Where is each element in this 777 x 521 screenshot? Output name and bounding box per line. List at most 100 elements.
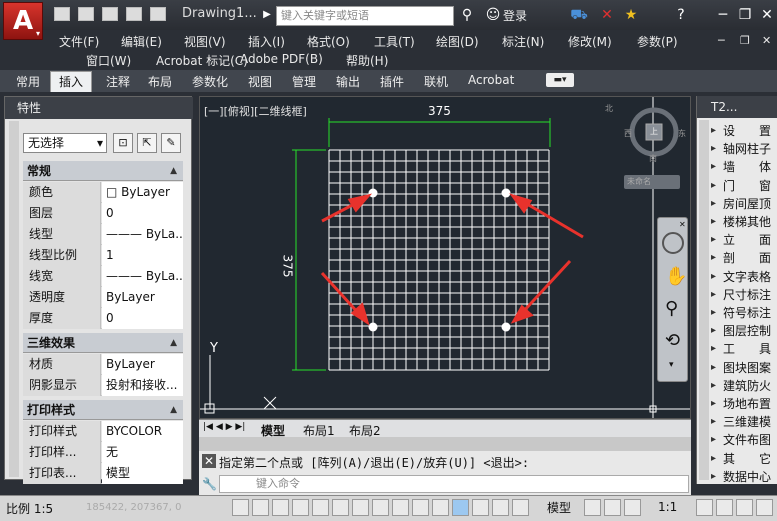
tool-palette-item[interactable]: 三维建模 — [711, 413, 777, 431]
quick-view-drawings-icon[interactable] — [604, 499, 621, 516]
menu-file[interactable]: 文件(F) — [59, 33, 99, 50]
chevron-down-icon[interactable]: ▾ — [669, 360, 674, 370]
tool-palette-item[interactable]: 图块图案 — [711, 359, 777, 377]
workspace-icon[interactable] — [512, 499, 529, 516]
tool-palette-item[interactable]: 轴网柱子 — [711, 140, 777, 158]
annotation-monitor-icon[interactable] — [492, 499, 509, 516]
menu-dimension[interactable]: 标注(N) — [502, 33, 544, 50]
menu-adobe-pdf[interactable]: Adobe PDF(B) — [240, 52, 323, 66]
minimize-icon[interactable]: ─ — [718, 34, 725, 47]
star-icon[interactable]: ★ — [622, 6, 640, 24]
tool-palette-item[interactable]: 图层控制 — [711, 322, 777, 340]
menu-view[interactable]: 视图(V) — [184, 33, 226, 50]
tool-palette-item[interactable]: 立 面 — [711, 231, 777, 249]
tab-parametric[interactable]: 参数化 — [192, 73, 228, 90]
cart-icon[interactable]: ⛟ — [570, 6, 588, 24]
lineweight-icon[interactable] — [412, 499, 429, 516]
tab-view[interactable]: 视图 — [248, 73, 272, 90]
orbit-icon[interactable]: ⟲ — [665, 330, 680, 351]
section-plot-style[interactable]: 打印样式 — [23, 400, 183, 420]
binoculars-icon[interactable]: ⚲ — [458, 6, 476, 24]
tool-palette-item[interactable]: 场地布置 — [711, 395, 777, 413]
model-space-button[interactable]: 模型 — [547, 499, 571, 516]
tab-online[interactable]: 联机 — [424, 73, 448, 90]
viewcube-north[interactable]: 北 — [605, 103, 613, 114]
menu-parametric[interactable]: 参数(P) — [637, 33, 678, 50]
tool-palette-item[interactable]: 文字表格 — [711, 268, 777, 286]
pan-hand-icon[interactable]: ✋ — [665, 266, 687, 287]
ducs-icon[interactable] — [372, 499, 389, 516]
section-general[interactable]: 常规 — [23, 161, 183, 181]
open-file-icon[interactable] — [78, 7, 94, 21]
wrench-icon[interactable]: 🔧 — [202, 477, 217, 491]
tool-palette-item[interactable]: 建筑防火 — [711, 377, 777, 395]
transparency-icon[interactable] — [432, 499, 449, 516]
quick-properties-icon[interactable] — [452, 499, 469, 516]
tab-layout[interactable]: 布局 — [148, 73, 172, 90]
tool-palette-item[interactable]: 数据中心 — [711, 468, 777, 486]
tool-palette-item[interactable]: 门 窗 — [711, 177, 777, 195]
tool-palette-item[interactable]: 工 具 — [711, 340, 777, 358]
new-file-icon[interactable] — [54, 7, 70, 21]
tab-acrobat[interactable]: Acrobat — [468, 73, 514, 87]
command-grip[interactable] — [199, 437, 691, 451]
clean-screen-icon[interactable] — [716, 499, 733, 516]
snap-icon[interactable] — [232, 499, 249, 516]
ucs-dropdown[interactable]: 未命名 — [624, 175, 680, 189]
command-input[interactable]: 键入命令 — [219, 475, 689, 493]
tool-palette-item[interactable]: 墙 体 — [711, 158, 777, 176]
login-link[interactable]: 登录 — [503, 7, 527, 24]
menu-format[interactable]: 格式(O) — [307, 33, 350, 50]
palette-scrollbar[interactable] — [699, 120, 709, 480]
otrack-icon[interactable] — [352, 499, 369, 516]
tool-palette-item[interactable]: 设 置 — [711, 122, 777, 140]
zoom-icon[interactable]: ⚲ — [665, 298, 678, 319]
viewcube-east[interactable]: 东 — [678, 128, 686, 139]
osnap-icon[interactable] — [312, 499, 329, 516]
first-tab-icon[interactable]: |◀ ◀ ▶ ▶| — [203, 422, 245, 432]
search-input[interactable]: 键入关键字或短语 — [276, 6, 454, 26]
grid-icon[interactable] — [252, 499, 269, 516]
menu-insert[interactable]: 插入(I) — [248, 33, 285, 50]
menu-acrobat-markup[interactable]: Acrobat 标记(C) — [156, 52, 248, 69]
tool-palette-item[interactable]: 文件布图 — [711, 431, 777, 449]
tool-palette-item[interactable]: 尺寸标注 — [711, 286, 777, 304]
minimize-icon[interactable]: ─ — [714, 6, 732, 24]
close-icon[interactable]: ✕ — [762, 34, 771, 47]
save-icon[interactable] — [102, 7, 118, 21]
tool-palette-item[interactable]: 房间屋顶 — [711, 195, 777, 213]
tab-output[interactable]: 输出 — [336, 73, 360, 90]
dyn-icon[interactable] — [392, 499, 409, 516]
ribbon-toggle-button[interactable]: ▬▾ — [546, 73, 574, 87]
redo-icon[interactable] — [150, 7, 166, 21]
palette-scrollbar[interactable] — [9, 121, 19, 477]
app-logo[interactable]: A ▾ — [3, 2, 43, 40]
lightbulb-icon[interactable] — [696, 499, 713, 516]
section-3d-effects[interactable]: 三维效果 — [23, 333, 183, 353]
quick-select-icon[interactable]: ✎ — [161, 133, 181, 153]
close-icon[interactable]: ✕ — [202, 454, 216, 468]
tool-palette-item[interactable]: 其 它 — [711, 450, 777, 468]
selection-dropdown[interactable]: 无选择 — [23, 133, 107, 153]
pan-icon[interactable] — [624, 499, 641, 516]
tab-manage[interactable]: 管理 — [292, 73, 316, 90]
tab-plugins[interactable]: 插件 — [380, 73, 404, 90]
toggle-pickadd-icon[interactable]: ⊡ — [113, 133, 133, 153]
close-icon[interactable]: ✕ — [758, 6, 776, 24]
tab-annotate[interactable]: 注释 — [106, 73, 130, 90]
menu-edit[interactable]: 编辑(E) — [121, 33, 162, 50]
exchange-icon[interactable]: ✕ — [598, 6, 616, 24]
tab-insert[interactable]: 插入 — [50, 71, 92, 92]
tool-palette-item[interactable]: 符号标注 — [711, 304, 777, 322]
menu-draw[interactable]: 绘图(D) — [436, 33, 479, 50]
3d-osnap-icon[interactable] — [332, 499, 349, 516]
user-icon[interactable]: ☺ — [484, 6, 502, 24]
close-icon[interactable]: ✕ — [679, 220, 686, 229]
status-menu-icon[interactable] — [736, 499, 753, 516]
drawing-canvas[interactable]: [一][俯视][二维线框] 北 西 东 南 上 未命名 375 375 Y ✕ … — [199, 96, 691, 419]
viewcube-top[interactable]: 上 — [650, 126, 658, 137]
menu-help[interactable]: 帮助(H) — [346, 52, 388, 69]
menu-window[interactable]: 窗口(W) — [86, 52, 131, 69]
selection-cycling-icon[interactable] — [472, 499, 489, 516]
viewcube-west[interactable]: 西 — [624, 128, 632, 139]
